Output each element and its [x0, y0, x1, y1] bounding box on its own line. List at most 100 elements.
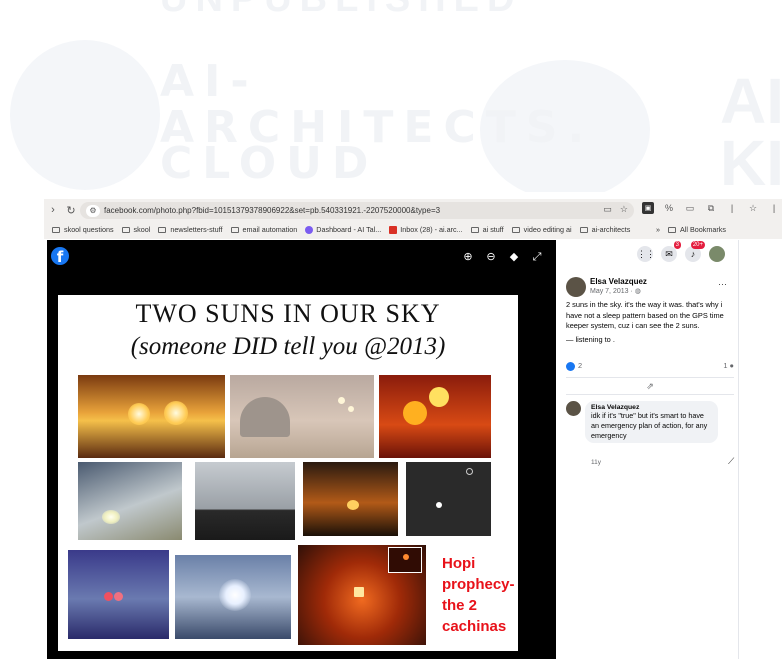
bookmarks-bar: skool questions skool newsletters-stuff …: [44, 222, 782, 237]
address-url[interactable]: facebook.com/photo.php?fbid=101513793789…: [104, 206, 440, 215]
bookmark-item[interactable]: newsletters-stuff: [158, 225, 223, 234]
sun-shape: [347, 500, 359, 510]
sun-shape: [104, 592, 113, 601]
banner-top-text: UNPUBLISHED: [160, 0, 522, 21]
fullscreen-icon[interactable]: ⤢: [530, 250, 544, 264]
sun-shape: [429, 387, 449, 407]
sun-shape: [114, 592, 123, 601]
edge-handle-icon[interactable]: ⟋: [728, 456, 738, 470]
banner-line-3: CLOUD: [160, 138, 379, 189]
comment-text: idk if it's "true" but it's smart to hav…: [591, 411, 708, 440]
branding-banner: UNPUBLISHED AI- ARCHITECTS. CLOUD AI KI: [0, 0, 782, 192]
photo-tile: [303, 462, 398, 536]
comment-icon: ●: [729, 361, 734, 370]
browser-toolbar: › ↻ ⚙ facebook.com/photo.php?fbid=101513…: [44, 199, 782, 221]
bookmark-star-icon[interactable]: ☆: [620, 204, 628, 215]
extensions-area: ▣ % ▭ ⧉ | ☆ | ⋮: [642, 202, 782, 214]
dome-shape: [240, 397, 290, 437]
bookmark-item[interactable]: ai-architects: [579, 225, 630, 234]
folder-icon: [230, 226, 239, 233]
sun-shape: [128, 403, 150, 425]
photo-tile: [195, 462, 295, 540]
bookmark-item[interactable]: Dashboard - AI Tal...: [305, 225, 381, 234]
zoom-out-icon[interactable]: ⊖: [484, 250, 498, 264]
folder-icon: [121, 226, 130, 233]
address-bar[interactable]: ⚙ facebook.com/photo.php?fbid=1015137937…: [80, 202, 634, 219]
globe-icon: ◍: [634, 288, 641, 295]
comment-author[interactable]: Elsa Velazquez: [591, 404, 712, 411]
tag-icon[interactable]: ◆: [507, 250, 521, 264]
dashboard-favicon-icon: [305, 225, 314, 234]
viewer-toolbar: ⊕ ⊖ ◆ ⤢: [461, 250, 544, 264]
menu-grid-icon[interactable]: ⋮⋮: [637, 246, 655, 262]
banner-line-1: AI-: [160, 56, 259, 107]
post-sidebar: ⋮⋮ ✉ 3 ♪ 20+ Elsa Velazquez May 7, 2013 · …: [556, 240, 739, 659]
bookmark-item[interactable]: Inbox (28) - ai.arc...: [389, 225, 463, 234]
sun-shape: [354, 587, 364, 597]
sun-shape: [348, 406, 354, 412]
bookmark-item[interactable]: skool questions: [52, 225, 114, 234]
divider-icon: |: [772, 203, 776, 213]
browser-chrome: › ↻ ⚙ facebook.com/photo.php?fbid=101513…: [44, 199, 782, 239]
bookmarks-overflow-icon[interactable]: »: [656, 225, 660, 234]
forward-icon[interactable]: ›: [44, 204, 62, 216]
link-icon[interactable]: %: [663, 202, 675, 214]
sun-shape: [403, 554, 409, 560]
photo-tile: [406, 462, 491, 536]
cast-icon[interactable]: ▭: [603, 204, 612, 215]
divider-icon: |: [730, 203, 734, 213]
inset-frame: [388, 547, 422, 573]
sun-shape: [219, 579, 251, 611]
photo-subtitle: (someone DID tell you @2013): [130, 333, 446, 360]
folder-icon: [158, 226, 167, 233]
more-options-icon[interactable]: ···: [718, 279, 727, 289]
photo-tile: [78, 462, 182, 540]
hopi-caption: Hopi prophecy-the 2 cachinas: [442, 555, 515, 635]
star-icon[interactable]: ☆: [747, 202, 759, 214]
bookmark-item[interactable]: video editing ai: [511, 225, 572, 234]
facebook-logo-icon[interactable]: f: [51, 247, 69, 266]
photo-tile: [230, 375, 374, 458]
bookmark-item[interactable]: skool: [121, 225, 150, 234]
photo-tile: [78, 375, 225, 458]
extension-icon[interactable]: ▣: [642, 202, 654, 214]
post-listening: — listening to .: [566, 335, 615, 344]
share-button[interactable]: ⇗: [566, 377, 734, 395]
sun-shape: [403, 401, 427, 425]
site-settings-icon[interactable]: ⚙: [86, 204, 100, 217]
comment-time[interactable]: 11y: [591, 459, 601, 466]
like-reaction-icon[interactable]: [566, 361, 575, 371]
notifications-bell-icon[interactable]: ♪ 20+: [685, 241, 705, 262]
star-shape: [436, 502, 442, 508]
post-author[interactable]: Elsa Velazquez: [590, 277, 647, 286]
photo-tile: [379, 375, 491, 458]
puzzle-icon[interactable]: ⧉: [705, 202, 717, 214]
photo-title: TWO SUNS IN OUR SKY: [135, 299, 441, 328]
post-stats: 2 1 ●: [566, 361, 734, 371]
account-avatar[interactable]: [709, 246, 725, 262]
zoom-in-icon[interactable]: ⊕: [461, 250, 475, 264]
sun-shape: [102, 510, 120, 524]
banner-right-text: AI KI: [720, 65, 782, 192]
bookmark-item[interactable]: email automation: [230, 225, 297, 234]
avatar[interactable]: [566, 401, 581, 416]
post-date[interactable]: May 7, 2013 · ◍: [590, 287, 641, 295]
all-bookmarks[interactable]: All Bookmarks: [668, 225, 726, 234]
folder-icon: [470, 226, 479, 233]
messenger-badge: 3: [673, 241, 681, 249]
photo-tile: [175, 555, 291, 639]
reload-icon[interactable]: ↻: [62, 204, 80, 217]
bookmark-item[interactable]: ai stuff: [470, 225, 504, 234]
notifications-badge: 20+: [690, 241, 705, 249]
comment-bubble: Elsa Velazquez idk if it's "true" but it…: [585, 401, 718, 444]
messenger-icon[interactable]: ✉ 3: [661, 241, 681, 262]
sun-shape: [164, 401, 188, 425]
comment-count[interactable]: 1 ●: [723, 361, 734, 370]
avatar[interactable]: [566, 277, 586, 297]
tab-icon[interactable]: ▭: [684, 202, 696, 214]
share-icon: ⇗: [646, 381, 654, 391]
header-actions: ⋮⋮ ✉ 3 ♪ 20+: [637, 241, 725, 262]
sun-shape: [338, 397, 345, 404]
like-count[interactable]: 2: [578, 361, 582, 370]
post-photo: TWO SUNS IN OUR SKY (someone DID tell yo…: [58, 295, 518, 651]
